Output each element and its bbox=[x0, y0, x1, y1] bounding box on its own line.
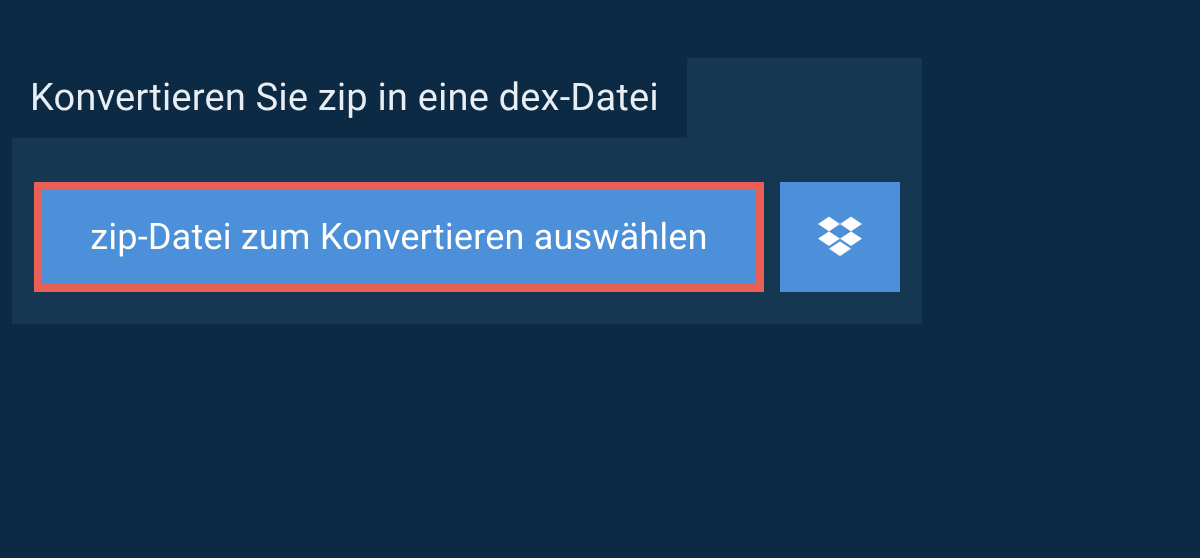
dropbox-button[interactable] bbox=[780, 182, 900, 292]
button-row: zip-Datei zum Konvertieren auswählen bbox=[12, 138, 922, 324]
page-title: Konvertieren Sie zip in eine dex-Datei bbox=[30, 76, 659, 120]
select-file-button[interactable]: zip-Datei zum Konvertieren auswählen bbox=[34, 182, 764, 292]
select-file-label: zip-Datei zum Konvertieren auswählen bbox=[90, 216, 707, 258]
converter-panel: Konvertieren Sie zip in eine dex-Datei z… bbox=[12, 58, 922, 324]
title-bar: Konvertieren Sie zip in eine dex-Datei bbox=[12, 58, 687, 138]
dropbox-icon bbox=[818, 213, 862, 261]
